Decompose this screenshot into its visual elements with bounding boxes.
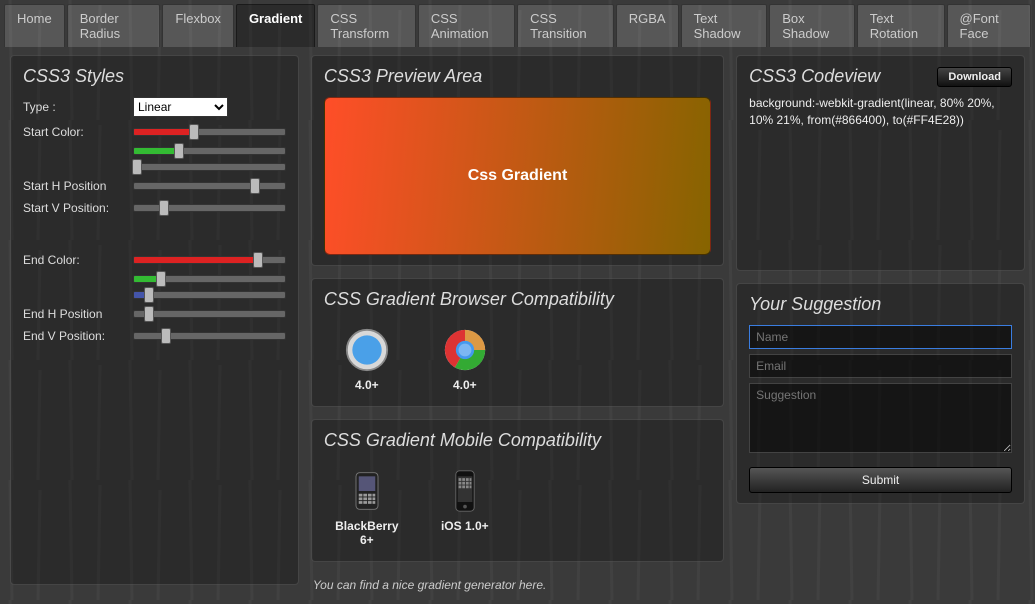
safari-icon (343, 326, 391, 374)
codeview-title: CSS3 Codeview (749, 66, 880, 87)
type-select[interactable]: Linear (133, 97, 228, 117)
tab-bar: HomeBorder RadiusFlexboxGradientCSS Tran… (0, 0, 1035, 47)
tab-box-shadow[interactable]: Box Shadow (769, 4, 854, 47)
end-color-g-slider[interactable] (133, 275, 286, 283)
compat-ios: iOS 1.0+ (430, 467, 500, 547)
suggestion-title: Your Suggestion (749, 294, 1012, 315)
tab--font-face[interactable]: @Font Face (947, 4, 1031, 47)
iphone-icon (441, 467, 489, 515)
mobile-compat-panel: CSS Gradient Mobile Compatibility BlackB… (311, 419, 724, 562)
email-field[interactable] (749, 354, 1012, 378)
preview-panel: CSS3 Preview Area Css Gradient (311, 55, 724, 266)
code-output: background:-webkit-gradient(linear, 80% … (749, 95, 1012, 129)
start-color-label: Start Color: (23, 125, 133, 139)
styles-title: CSS3 Styles (23, 66, 286, 87)
name-field[interactable] (749, 325, 1012, 349)
mobile-compat-title: CSS Gradient Mobile Compatibility (324, 430, 711, 451)
styles-panel: CSS3 Styles Type : Linear Start Color: S… (10, 55, 299, 585)
tab-gradient[interactable]: Gradient (236, 4, 315, 47)
tab-css-transition[interactable]: CSS Transition (517, 4, 614, 47)
end-color-label: End Color: (23, 253, 133, 267)
tab-css-animation[interactable]: CSS Animation (418, 4, 515, 47)
tab-css-transform[interactable]: CSS Transform (317, 4, 415, 47)
tab-home[interactable]: Home (4, 4, 65, 47)
codeview-panel: CSS3 Codeview Download background:-webki… (736, 55, 1025, 271)
gradient-preview: Css Gradient (324, 97, 711, 255)
end-h-slider[interactable] (133, 310, 286, 318)
browser-compat-panel: CSS Gradient Browser Compatibility 4.0+ … (311, 278, 724, 407)
tab-flexbox[interactable]: Flexbox (162, 4, 234, 47)
compat-chrome: 4.0+ (430, 326, 500, 392)
end-h-label: End H Position (23, 307, 133, 321)
download-button[interactable]: Download (937, 67, 1012, 87)
tab-text-rotation[interactable]: Text Rotation (857, 4, 945, 47)
compat-safari: 4.0+ (332, 326, 402, 392)
start-h-label: Start H Position (23, 179, 133, 193)
end-v-label: End V Position: (23, 329, 133, 343)
start-color-r-slider[interactable] (133, 128, 286, 136)
compat-blackberry: BlackBerry 6+ (332, 467, 402, 547)
tab-border-radius[interactable]: Border Radius (67, 4, 161, 47)
submit-button[interactable]: Submit (749, 467, 1012, 493)
suggestion-field[interactable] (749, 383, 1012, 453)
tab-text-shadow[interactable]: Text Shadow (681, 4, 768, 47)
footer-note[interactable]: You can find a nice gradient generator h… (311, 574, 724, 596)
chrome-icon (441, 326, 489, 374)
start-h-slider[interactable] (133, 182, 286, 190)
type-label: Type : (23, 100, 133, 114)
start-v-label: Start V Position: (23, 201, 133, 215)
browser-compat-title: CSS Gradient Browser Compatibility (324, 289, 711, 310)
start-color-b-slider[interactable] (133, 163, 286, 171)
end-color-b-slider[interactable] (133, 291, 286, 299)
start-color-g-slider[interactable] (133, 147, 286, 155)
end-v-slider[interactable] (133, 332, 286, 340)
blackberry-icon (343, 467, 391, 515)
start-v-slider[interactable] (133, 204, 286, 212)
tab-rgba[interactable]: RGBA (616, 4, 679, 47)
preview-label: Css Gradient (468, 167, 568, 185)
suggestion-panel: Your Suggestion Submit (736, 283, 1025, 504)
preview-title: CSS3 Preview Area (324, 66, 711, 87)
end-color-r-slider[interactable] (133, 256, 286, 264)
